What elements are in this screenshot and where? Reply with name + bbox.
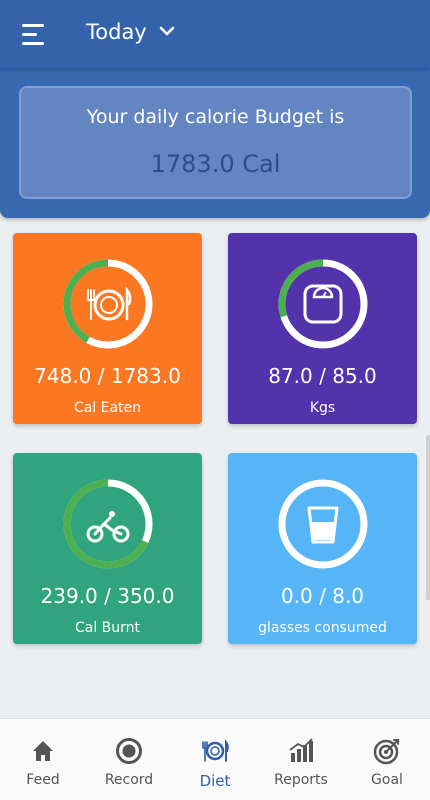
header-panel: Today Your daily calorie Budget is 1783.… <box>0 0 430 218</box>
budget-title: Your daily calorie Budget is <box>86 106 345 128</box>
glass-icon <box>307 506 339 544</box>
water-progress-ring <box>278 479 368 569</box>
cal-burnt-tile[interactable]: 239.0 / 350.0 Cal Burnt <box>13 453 202 644</box>
weight-tile[interactable]: 87.0 / 85.0 Kgs <box>228 233 417 424</box>
nav-item-feed[interactable]: Feed <box>0 719 86 800</box>
period-label: Today <box>86 20 147 44</box>
menu-icon[interactable] <box>22 24 46 46</box>
top-app-bar: Today <box>0 0 430 68</box>
cal-burnt-label: Cal Burnt <box>74 620 141 636</box>
weight-progress-ring <box>278 259 368 349</box>
nav-item-goal[interactable]: Goal <box>344 719 430 800</box>
nav-item-record[interactable]: Record <box>86 719 172 800</box>
bar-chart-icon <box>289 738 313 762</box>
period-dropdown[interactable]: Today <box>86 20 175 44</box>
water-value: 0.0 / 8.0 <box>280 584 365 608</box>
nav-label-feed: Feed <box>26 772 60 788</box>
plate-cutlery-icon <box>202 738 229 762</box>
nav-label-diet: Diet <box>199 772 231 790</box>
bottom-navigation: Feed Record Diet Reports Goal <box>0 718 430 800</box>
plate-cutlery-icon <box>87 286 132 321</box>
cal-eaten-label: Cal Eaten <box>73 400 142 416</box>
weighing-scale-icon <box>303 284 343 324</box>
cal-burnt-value: 239.0 / 350.0 <box>40 584 175 608</box>
chevron-down-icon <box>159 26 175 36</box>
cal-burnt-progress-ring <box>63 479 153 569</box>
nav-label-record: Record <box>104 772 154 788</box>
nav-label-reports: Reports <box>274 772 328 788</box>
record-icon <box>116 738 142 764</box>
cal-eaten-value: 748.0 / 1783.0 <box>34 364 181 388</box>
water-label: glasses consumed <box>258 620 387 636</box>
weight-value: 87.0 / 85.0 <box>268 364 377 388</box>
home-icon <box>33 741 53 761</box>
budget-value: 1783.0 Cal <box>150 150 281 178</box>
nav-label-goal: Goal <box>371 772 403 788</box>
bicycle-icon <box>86 511 130 543</box>
cal-eaten-tile[interactable]: 748.0 / 1783.0 Cal Eaten <box>13 233 202 424</box>
weight-label: Kgs <box>309 400 336 416</box>
water-tile[interactable]: 0.0 / 8.0 glasses consumed <box>228 453 417 644</box>
target-icon <box>373 739 399 765</box>
cal-eaten-progress-ring <box>63 259 153 349</box>
calorie-budget-card: Your daily calorie Budget is 1783.0 Cal <box>19 86 412 199</box>
scroll-handle[interactable] <box>426 435 430 600</box>
nav-item-diet[interactable]: Diet <box>172 719 258 800</box>
nav-item-reports[interactable]: Reports <box>258 719 344 800</box>
